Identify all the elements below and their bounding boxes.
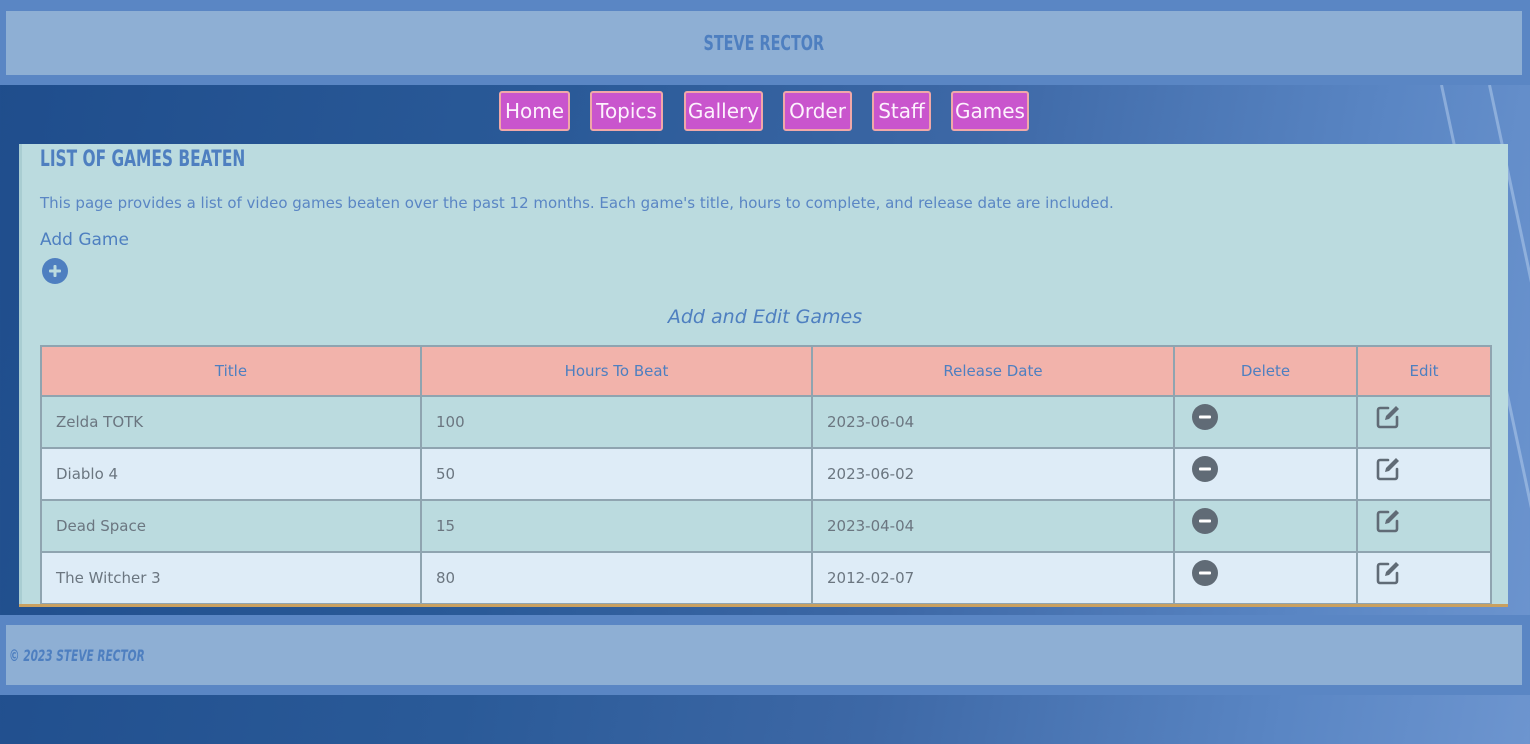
cell-hours: 15: [420, 499, 813, 553]
edit-icon[interactable]: [1374, 455, 1402, 483]
edit-icon[interactable]: [1374, 403, 1402, 431]
cell-title: Dead Space: [40, 499, 422, 553]
minus-circle-icon[interactable]: [1191, 403, 1219, 431]
cell-hours: 50: [420, 447, 813, 501]
nav-games[interactable]: Games: [951, 91, 1029, 131]
site-footer: © 2023 Steve Rector: [6, 625, 1522, 685]
minus-circle-icon[interactable]: [1191, 455, 1219, 483]
cell-release-date: 2023-06-04: [811, 395, 1175, 449]
cell-edit: [1356, 447, 1492, 501]
add-game-label: Add Game: [40, 230, 129, 250]
nav-staff[interactable]: Staff: [872, 91, 931, 131]
cell-delete: [1173, 551, 1358, 605]
minus-circle-icon[interactable]: [1191, 507, 1219, 535]
content-bottom-border: [19, 604, 1508, 607]
table-row: Diablo 4 50 2023-06-02: [40, 447, 1492, 501]
games-table: Title Hours To Beat Release Date Delete …: [40, 345, 1492, 605]
main-content: List of Games Beaten This page provides …: [19, 144, 1508, 606]
header-hours: Hours To Beat: [420, 345, 813, 397]
site-title: Steve Rector: [703, 31, 825, 55]
table-row: Zelda TOTK 100 2023-06-04: [40, 395, 1492, 449]
cell-release-date: 2023-04-04: [811, 499, 1175, 553]
cell-title: Diablo 4: [40, 447, 422, 501]
header-delete: Delete: [1173, 345, 1358, 397]
cell-delete: [1173, 447, 1358, 501]
edit-icon[interactable]: [1374, 559, 1402, 587]
footer-copyright: © 2023 Steve Rector: [9, 645, 145, 665]
cell-release-date: 2023-06-02: [811, 447, 1175, 501]
minus-circle-icon[interactable]: [1191, 559, 1219, 587]
cell-edit: [1356, 395, 1492, 449]
cell-hours: 80: [420, 551, 813, 605]
cell-edit: [1356, 499, 1492, 553]
nav-home[interactable]: Home: [499, 91, 570, 131]
cell-delete: [1173, 499, 1358, 553]
cell-title: Zelda TOTK: [40, 395, 422, 449]
cell-delete: [1173, 395, 1358, 449]
cell-release-date: 2012-02-07: [811, 551, 1175, 605]
header-release-date: Release Date: [811, 345, 1175, 397]
plus-circle-icon[interactable]: [42, 258, 68, 284]
cell-edit: [1356, 551, 1492, 605]
header-edit: Edit: [1356, 345, 1492, 397]
table-caption: Add and Edit Games: [667, 306, 863, 328]
cell-title: The Witcher 3: [40, 551, 422, 605]
site-header: Steve Rector: [6, 11, 1522, 75]
header-title: Title: [40, 345, 422, 397]
main-nav: Home Topics Gallery Order Staff Games: [0, 91, 1530, 133]
table-row: Dead Space 15 2023-04-04: [40, 499, 1492, 553]
table-header-row: Title Hours To Beat Release Date Delete …: [40, 345, 1492, 397]
table-row: The Witcher 3 80 2012-02-07: [40, 551, 1492, 605]
edit-icon[interactable]: [1374, 507, 1402, 535]
cell-hours: 100: [420, 395, 813, 449]
nav-gallery[interactable]: Gallery: [684, 91, 763, 131]
intro-text: This page provides a list of video games…: [40, 194, 1114, 212]
page-title: List of Games Beaten: [40, 147, 246, 172]
nav-order[interactable]: Order: [783, 91, 852, 131]
nav-topics[interactable]: Topics: [590, 91, 663, 131]
